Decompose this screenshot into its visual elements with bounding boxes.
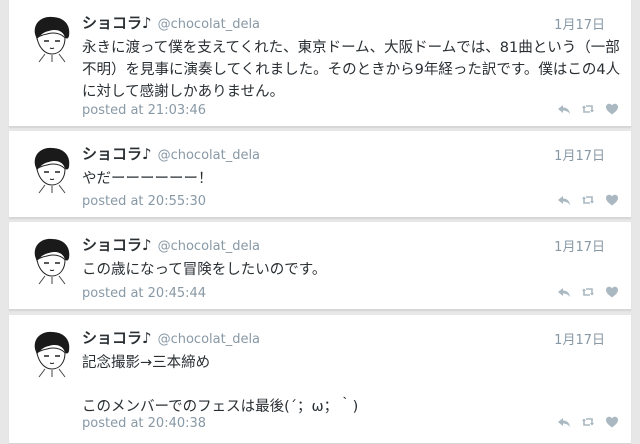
tweet-card[interactable]: ショコラ♪ @chocolat_dela 1月17日 やだーーーーーー！ post… — [9, 131, 631, 218]
screen-name[interactable]: @chocolat_dela — [158, 148, 260, 163]
avatar[interactable] — [25, 143, 77, 195]
display-name[interactable]: ショコラ♪ — [82, 145, 152, 163]
retweet-icon[interactable] — [581, 415, 595, 429]
retweet-icon[interactable] — [581, 285, 595, 299]
tweet-header: ショコラ♪ @chocolat_dela 1月17日 — [82, 234, 619, 255]
retweet-icon[interactable] — [581, 102, 595, 116]
retweet-icon[interactable] — [581, 193, 595, 207]
tweet-date[interactable]: 1月17日 — [554, 145, 605, 164]
display-name[interactable]: ショコラ♪ — [82, 236, 152, 254]
avatar[interactable] — [25, 327, 77, 379]
screen-name[interactable]: @chocolat_dela — [158, 239, 260, 254]
reply-icon[interactable] — [557, 102, 571, 116]
tweet-card[interactable]: ショコラ♪ @chocolat_dela 1月17日 永きに渡って僕を支えてくれた… — [9, 0, 631, 127]
tweet-text: やだーーーーーー！ — [82, 171, 213, 187]
posted-at: posted at 20:40:38 — [82, 416, 207, 431]
reply-icon[interactable] — [557, 415, 571, 429]
tweet-header: ショコラ♪ @chocolat_dela 1月17日 — [82, 327, 619, 348]
screen-name[interactable]: @chocolat_dela — [158, 332, 260, 347]
heart-icon[interactable] — [605, 102, 619, 116]
heart-icon[interactable] — [605, 415, 619, 429]
reply-icon[interactable] — [557, 193, 571, 207]
screen-name[interactable]: @chocolat_dela — [158, 17, 260, 32]
display-name[interactable]: ショコラ♪ — [82, 329, 152, 347]
posted-at: posted at 20:55:30 — [82, 194, 207, 209]
tweet-text: 記念撮影→三本締め このメンバーでのフェスは最後(´；ω；｀) — [82, 355, 359, 415]
tweet-actions — [557, 415, 619, 429]
tweet-actions — [557, 285, 619, 299]
tweet-text: この歳になって冒険をしたいのです。 — [82, 262, 327, 278]
tweet-date[interactable]: 1月17日 — [554, 14, 605, 33]
heart-icon[interactable] — [605, 285, 619, 299]
display-name[interactable]: ショコラ♪ — [82, 14, 152, 32]
posted-at: posted at 21:03:46 — [82, 103, 207, 118]
tweet-date[interactable]: 1月17日 — [554, 329, 605, 348]
avatar[interactable] — [25, 234, 77, 286]
tweet-card[interactable]: ショコラ♪ @chocolat_dela 1月17日 記念撮影→三本締め このメン… — [9, 315, 631, 444]
tweet-header: ショコラ♪ @chocolat_dela 1月17日 — [82, 12, 619, 33]
tweet-header: ショコラ♪ @chocolat_dela 1月17日 — [82, 143, 619, 164]
avatar[interactable] — [25, 12, 77, 64]
reply-icon[interactable] — [557, 285, 571, 299]
tweet-actions — [557, 102, 619, 116]
tweet-date[interactable]: 1月17日 — [554, 236, 605, 255]
posted-at: posted at 20:45:44 — [82, 286, 207, 301]
tweet-timeline: ショコラ♪ @chocolat_dela 1月17日 永きに渡って僕を支えてくれた… — [0, 0, 640, 444]
heart-icon[interactable] — [605, 193, 619, 207]
tweet-actions — [557, 193, 619, 207]
tweet-text: 永きに渡って僕を支えてくれた、東京ドーム、大阪ドームでは、81曲という（一部 不… — [82, 40, 621, 100]
tweet-card[interactable]: ショコラ♪ @chocolat_dela 1月17日 この歳になって冒険をしたいの… — [9, 222, 631, 310]
